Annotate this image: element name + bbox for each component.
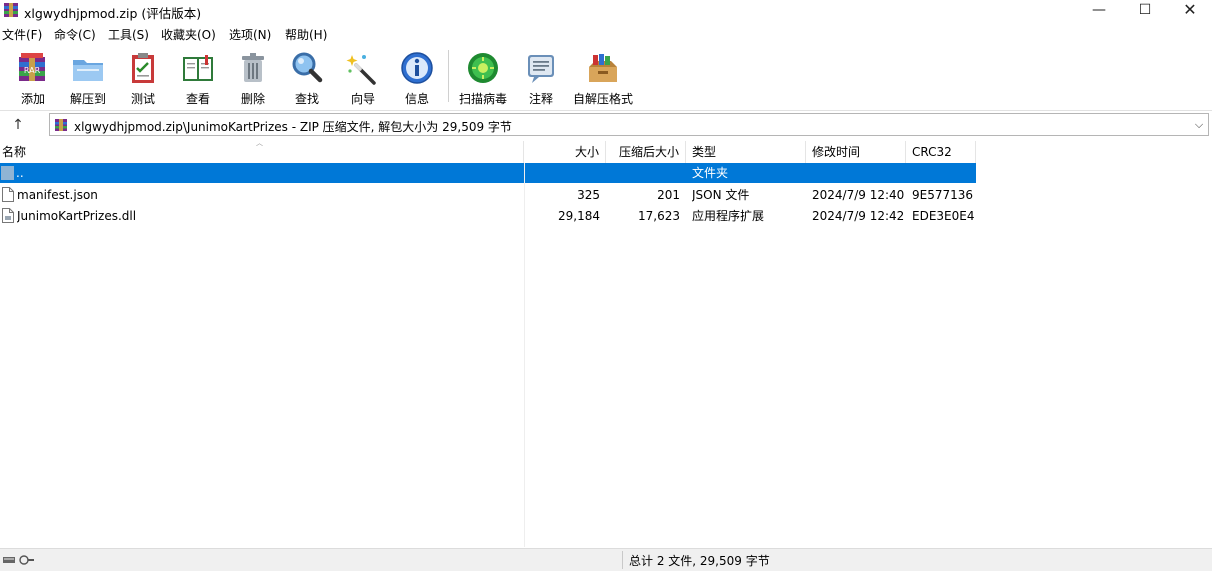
virus-scan-label: 扫描病毒 bbox=[458, 92, 507, 106]
close-button[interactable]: ✕ bbox=[1167, 0, 1212, 22]
column-header-name[interactable]: 名称 bbox=[0, 141, 524, 163]
add-label: 添加 bbox=[20, 92, 45, 106]
json-file-icon bbox=[2, 187, 14, 202]
window-title: xlgwydhjpmod.zip (评估版本) bbox=[24, 6, 202, 21]
file-modified: 2024/7/9 12:40 bbox=[812, 188, 905, 202]
column-header-size[interactable]: 大小 bbox=[524, 141, 606, 163]
archive-path-icon bbox=[55, 119, 67, 131]
file-name: .. bbox=[16, 166, 24, 180]
file-packed-size: 17,623 bbox=[638, 209, 680, 223]
sfx-button[interactable]: 自解压格式 bbox=[570, 47, 636, 107]
sfx-label: 自解压格式 bbox=[572, 92, 633, 106]
menu-help[interactable]: 帮助(H) bbox=[285, 26, 327, 43]
maximize-button[interactable]: ☐ bbox=[1122, 0, 1168, 22]
menu-bar: 文件(F) 命令(C) 工具(S) 收藏夹(O) 选项(N) 帮助(H) bbox=[0, 24, 1212, 44]
menu-options[interactable]: 选项(N) bbox=[229, 26, 271, 43]
column-header-type[interactable]: 类型 bbox=[686, 141, 806, 163]
virus-scan-button[interactable]: 扫描病毒 bbox=[456, 47, 510, 107]
extract-folder-icon bbox=[73, 60, 103, 81]
find-button[interactable]: 查找 bbox=[284, 47, 330, 107]
column-header-modified[interactable]: 修改时间 bbox=[806, 141, 906, 163]
dll-file-icon bbox=[2, 208, 14, 223]
trash-icon bbox=[242, 53, 264, 82]
view-book-icon bbox=[183, 55, 213, 81]
file-type: 应用程序扩展 bbox=[692, 209, 765, 223]
wizard-wand-icon bbox=[346, 55, 376, 85]
test-button[interactable]: 测试 bbox=[120, 47, 166, 107]
delete-label: 删除 bbox=[240, 92, 265, 106]
title-bar: xlgwydhjpmod.zip (评估版本) — ☐ ✕ bbox=[0, 0, 1212, 22]
toolbar: RAR 添加 解压到 测试 查看 删除 查找 向导 信息 扫描病毒 注释 自解压… bbox=[0, 44, 1212, 111]
info-button[interactable]: 信息 bbox=[394, 47, 440, 107]
column-header-crc[interactable]: CRC32 bbox=[906, 141, 976, 163]
add-button[interactable]: RAR 添加 bbox=[10, 47, 56, 107]
sfx-box-icon bbox=[589, 54, 617, 82]
extract-to-button[interactable]: 解压到 bbox=[62, 47, 114, 107]
list-item-manifest[interactable]: manifest.json 325 201 JSON 文件 2024/7/9 1… bbox=[0, 185, 976, 205]
file-crc: EDE3E0E4 bbox=[912, 209, 975, 223]
status-separator bbox=[622, 551, 623, 569]
magnifier-icon bbox=[292, 52, 323, 83]
wizard-label: 向导 bbox=[350, 92, 375, 106]
address-path: xlgwydhjpmod.zip\JunimoKartPrizes - ZIP … bbox=[74, 120, 512, 134]
up-arrow-icon[interactable]: ↑ bbox=[8, 115, 28, 135]
toolbar-separator bbox=[448, 50, 449, 102]
delete-button[interactable]: 删除 bbox=[230, 47, 276, 107]
comment-icon bbox=[528, 55, 554, 83]
comment-label: 注释 bbox=[528, 92, 553, 106]
file-name: JunimoKartPrizes.dll bbox=[17, 209, 137, 223]
file-crc: 9E577136 bbox=[912, 188, 974, 202]
menu-tools[interactable]: 工具(S) bbox=[108, 26, 149, 43]
add-archive-icon: RAR bbox=[19, 53, 45, 81]
file-packed-size: 201 bbox=[657, 188, 680, 202]
info-label: 信息 bbox=[404, 92, 429, 106]
extract-to-label: 解压到 bbox=[69, 92, 106, 106]
list-item-dll[interactable]: JunimoKartPrizes.dll 29,184 17,623 应用程序扩… bbox=[0, 206, 976, 226]
folder-up-icon bbox=[1, 166, 14, 180]
file-type: 文件夹 bbox=[692, 166, 729, 180]
info-icon bbox=[401, 52, 433, 84]
column-divider bbox=[524, 163, 525, 547]
svg-text:RAR: RAR bbox=[24, 66, 41, 75]
test-clipboard-icon bbox=[132, 53, 154, 83]
address-row: ↑ xlgwydhjpmod.zip\JunimoKartPrizes - ZI… bbox=[0, 112, 1212, 138]
status-summary: 总计 2 文件, 29,509 字节 bbox=[629, 554, 770, 568]
file-type: JSON 文件 bbox=[692, 188, 750, 202]
comment-button[interactable]: 注释 bbox=[518, 47, 564, 107]
file-modified: 2024/7/9 12:42 bbox=[812, 209, 905, 223]
find-label: 查找 bbox=[294, 92, 319, 106]
view-button[interactable]: 查看 bbox=[174, 47, 222, 107]
chevron-down-icon[interactable]: ⌵ bbox=[1192, 116, 1206, 133]
file-name: manifest.json bbox=[17, 188, 98, 202]
file-size: 29,184 bbox=[558, 209, 600, 223]
column-header-packed[interactable]: 压缩后大小 bbox=[606, 141, 686, 163]
address-bar[interactable]: xlgwydhjpmod.zip\JunimoKartPrizes - ZIP … bbox=[49, 113, 1209, 136]
file-size: 325 bbox=[577, 188, 600, 202]
menu-commands[interactable]: 命令(C) bbox=[54, 26, 96, 43]
menu-favorites[interactable]: 收藏夹(O) bbox=[161, 26, 216, 43]
drive-key-icon bbox=[3, 555, 34, 565]
status-bar: 总计 2 文件, 29,509 字节 bbox=[0, 548, 1212, 571]
minimize-button[interactable]: — bbox=[1076, 0, 1122, 22]
test-label: 测试 bbox=[130, 92, 155, 106]
winrar-app-icon bbox=[4, 3, 18, 17]
wizard-button[interactable]: 向导 bbox=[340, 47, 386, 107]
list-item-parent-folder[interactable]: .. 文件夹 bbox=[0, 163, 976, 183]
view-label: 查看 bbox=[185, 92, 210, 106]
menu-file[interactable]: 文件(F) bbox=[2, 26, 42, 43]
virus-scan-icon bbox=[468, 53, 498, 83]
